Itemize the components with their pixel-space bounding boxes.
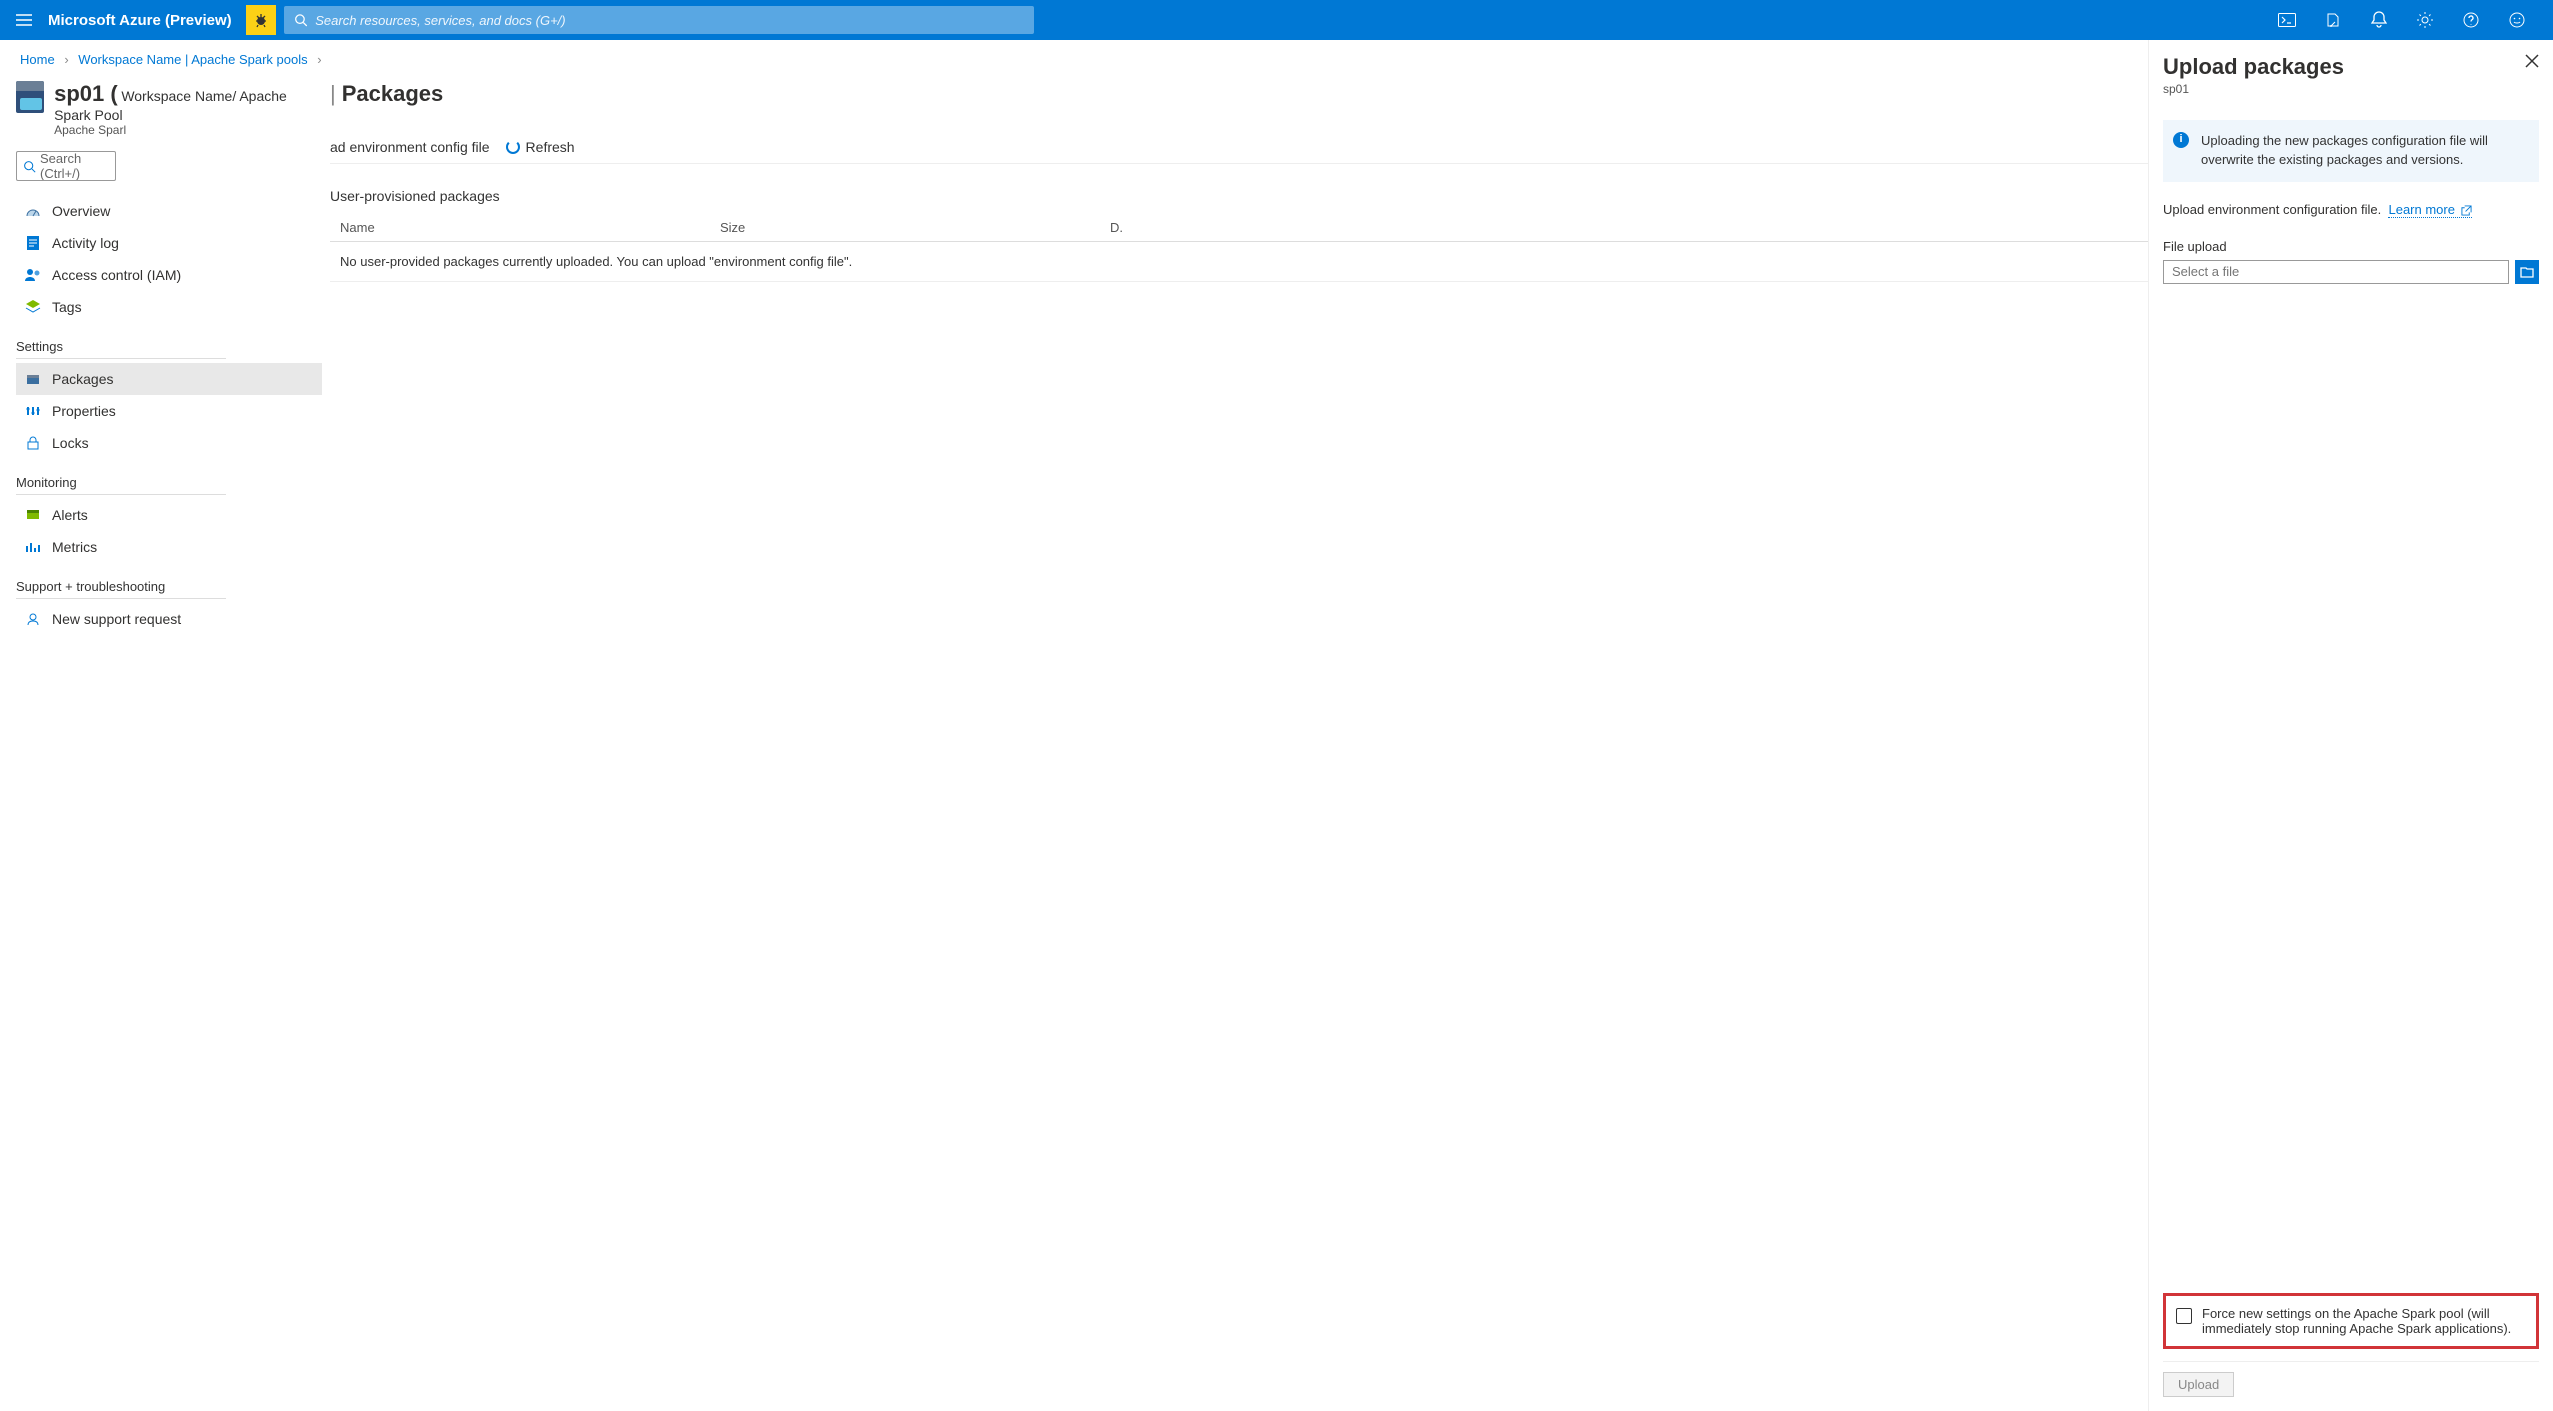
activity-log-icon	[24, 235, 42, 251]
global-search-input[interactable]	[315, 13, 1023, 28]
col-size[interactable]: Size	[720, 220, 1110, 235]
overview-icon	[24, 204, 42, 218]
upload-packages-panel: Upload packages sp01 i Uploading the new…	[2148, 40, 2553, 1411]
resource-icon	[16, 81, 44, 113]
learn-more-link[interactable]: Learn more	[2388, 202, 2471, 218]
nav-tags[interactable]: Tags	[16, 291, 322, 323]
table-header: Name Size D.	[330, 214, 2153, 242]
toolbar-refresh[interactable]: Refresh	[506, 139, 575, 155]
search-icon	[294, 13, 308, 27]
top-bar: Microsoft Azure (Preview)	[0, 0, 2553, 40]
metrics-icon	[24, 540, 42, 554]
nav-metrics[interactable]: Metrics	[16, 531, 322, 563]
file-upload-row	[2163, 260, 2539, 284]
left-nav: sp01 ( Workspace Name/ Apache Spark Pool…	[0, 73, 330, 635]
global-search[interactable]	[284, 6, 1034, 34]
nav-locks[interactable]: Locks	[16, 427, 322, 459]
close-icon[interactable]	[2525, 54, 2539, 68]
panel-footer: Upload	[2163, 1361, 2539, 1411]
nav-group-support: Support + troubleshooting	[16, 579, 226, 599]
section-heading: User-provisioned packages	[330, 164, 2153, 214]
file-upload-label: File upload	[2163, 239, 2539, 254]
panel-subtitle: sp01	[2163, 82, 2539, 96]
resource-title: sp01 (	[54, 81, 118, 106]
refresh-icon	[506, 140, 520, 154]
col-name[interactable]: Name	[330, 220, 720, 235]
nav-access-control[interactable]: Access control (IAM)	[16, 259, 322, 291]
nav-group-settings: Settings	[16, 339, 226, 359]
force-settings-checkbox[interactable]	[2176, 1308, 2192, 1324]
content-toolbar: ad environment config file Refresh	[330, 111, 2153, 164]
nav-activity-log[interactable]: Activity log	[16, 227, 322, 259]
upload-button[interactable]: Upload	[2163, 1372, 2234, 1397]
page-title: |Packages	[330, 73, 2153, 111]
topbar-actions	[2271, 0, 2545, 40]
notifications-icon[interactable]	[2363, 0, 2395, 40]
info-message: i Uploading the new packages configurati…	[2163, 120, 2539, 182]
tags-icon	[24, 299, 42, 315]
feedback-icon[interactable]	[2501, 0, 2533, 40]
file-upload-input[interactable]	[2163, 260, 2509, 284]
directory-icon[interactable]	[2317, 0, 2349, 40]
nav-alerts[interactable]: Alerts	[16, 499, 322, 531]
side-search[interactable]: Search (Ctrl+/)	[16, 151, 116, 181]
force-settings-label: Force new settings on the Apache Spark p…	[2202, 1306, 2526, 1336]
nav-overview[interactable]: Overview	[16, 195, 322, 227]
nav-packages[interactable]: Packages	[16, 363, 322, 395]
alerts-icon	[24, 508, 42, 522]
resource-category: Apache Sparl	[54, 123, 322, 137]
support-icon	[24, 612, 42, 626]
col-date[interactable]: D.	[1110, 220, 2153, 235]
nav-group-monitoring: Monitoring	[16, 475, 226, 495]
panel-title: Upload packages	[2163, 54, 2539, 80]
help-icon[interactable]	[2455, 0, 2487, 40]
table-empty-message: No user-provided packages currently uplo…	[330, 242, 2153, 282]
breadcrumb-workspace[interactable]: Workspace Name | Apache Spark pools	[78, 52, 307, 67]
people-icon	[24, 268, 42, 282]
lock-icon	[24, 435, 42, 451]
panel-description: Upload environment configuration file. L…	[2163, 202, 2539, 217]
nav-properties[interactable]: Properties	[16, 395, 322, 427]
side-search-placeholder: Search (Ctrl+/)	[40, 151, 109, 181]
search-icon	[23, 160, 36, 173]
nav-new-support-request[interactable]: New support request	[16, 603, 322, 635]
properties-icon	[24, 404, 42, 418]
settings-icon[interactable]	[2409, 0, 2441, 40]
cloud-shell-icon[interactable]	[2271, 0, 2303, 40]
packages-icon	[24, 372, 42, 386]
browse-file-button[interactable]	[2515, 260, 2539, 284]
info-icon: i	[2173, 132, 2189, 148]
bug-icon[interactable]	[246, 5, 276, 35]
force-settings-highlight: Force new settings on the Apache Spark p…	[2163, 1293, 2539, 1349]
brand-label[interactable]: Microsoft Azure (Preview)	[48, 12, 232, 29]
breadcrumb-home[interactable]: Home	[20, 52, 55, 67]
menu-icon[interactable]	[8, 0, 40, 40]
toolbar-upload-config[interactable]: ad environment config file	[330, 139, 490, 155]
